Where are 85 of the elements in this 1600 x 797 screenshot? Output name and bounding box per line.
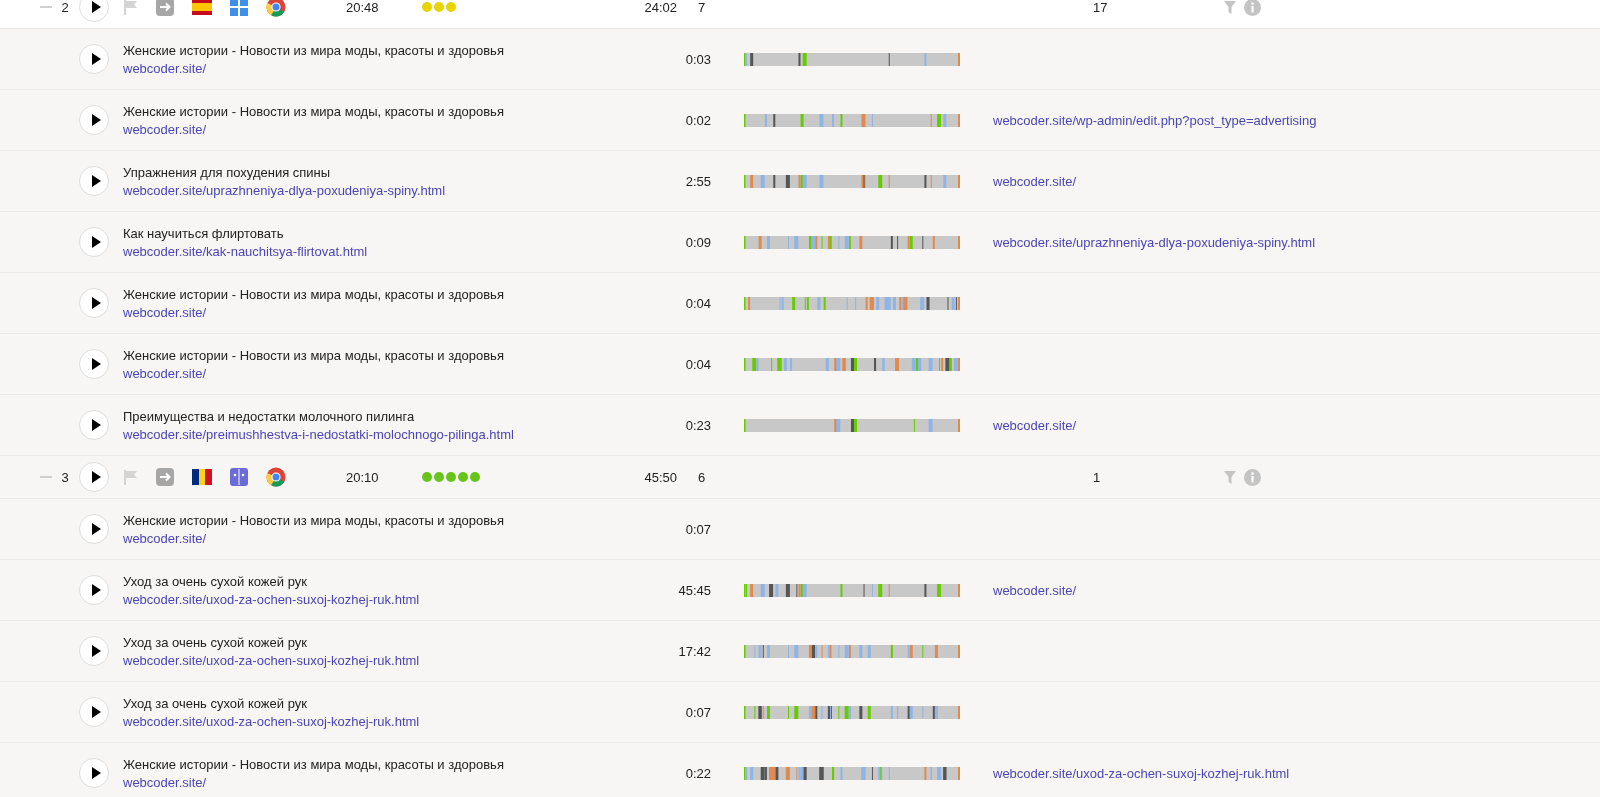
play-button[interactable] xyxy=(79,288,109,318)
page-count: 7 xyxy=(698,0,707,15)
play-button[interactable] xyxy=(79,105,109,135)
page-duration: 0:23 xyxy=(684,417,711,433)
spain-flag-icon xyxy=(192,0,212,15)
windows-icon xyxy=(230,0,248,16)
chrome-icon xyxy=(266,467,286,487)
page-duration: 0:02 xyxy=(684,112,711,128)
play-icon xyxy=(89,705,102,719)
play-button[interactable] xyxy=(79,514,109,544)
visit-time: 20:48 xyxy=(346,0,380,15)
visit-count: 1 xyxy=(1093,469,1102,485)
page-url-link[interactable]: webcoder.site/kak-nauchitsya-flirtovat.html xyxy=(123,243,643,259)
play-icon xyxy=(89,52,102,66)
play-icon xyxy=(89,0,102,14)
play-button[interactable] xyxy=(79,636,109,666)
page-title: Упражнения для похудения спины xyxy=(123,164,332,180)
page-duration: 45:45 xyxy=(677,582,711,598)
page-url-link[interactable]: webcoder.site/uprazhneniya-dlya-poxudeniya-spiny.html xyxy=(123,182,643,198)
page-url-link[interactable]: webcoder.site/ xyxy=(123,60,643,76)
referrer-link[interactable]: webcoder.site/wp-admin/edit.php?post_type=advertising xyxy=(993,112,1317,128)
page-url-link[interactable]: webcoder.site/uxod-za-ochen-suxoj-kozhej-ruk.html xyxy=(123,652,643,668)
play-icon xyxy=(89,357,102,371)
play-icon xyxy=(89,296,102,310)
page-url-link[interactable]: webcoder.site/uxod-za-ochen-suxoj-kozhej-ruk.html xyxy=(123,591,643,607)
page-duration: 0:04 xyxy=(684,356,711,372)
page-url-link[interactable]: webcoder.site/ xyxy=(123,304,643,320)
referrer-link[interactable]: webcoder.site/ xyxy=(993,173,1077,189)
referrer-link[interactable]: webcoder.site/ xyxy=(993,417,1077,433)
page-duration: 0:07 xyxy=(684,521,711,537)
page-count: 6 xyxy=(698,469,707,485)
play-button[interactable] xyxy=(79,0,109,22)
page-duration: 0:04 xyxy=(684,295,711,311)
visit-duration: 24:02 xyxy=(643,0,677,15)
page-url-link[interactable]: webcoder.site/ xyxy=(123,530,643,546)
play-button[interactable] xyxy=(79,575,109,605)
page-duration: 0:07 xyxy=(684,704,711,720)
romania-flag-icon xyxy=(192,469,212,485)
page-url-link[interactable]: webcoder.site/uxod-za-ochen-suxoj-kozhej-ruk.html xyxy=(123,713,643,729)
play-button[interactable] xyxy=(79,462,109,492)
play-icon xyxy=(89,583,102,597)
play-icon xyxy=(89,418,102,432)
play-button[interactable] xyxy=(79,758,109,788)
visit-number: 3 xyxy=(60,469,70,485)
page-title: Уход за очень сухой кожей рук xyxy=(123,573,308,589)
play-button[interactable] xyxy=(79,227,109,257)
page-duration: 17:42 xyxy=(677,643,711,659)
play-icon xyxy=(89,470,102,484)
visit-time: 20:10 xyxy=(346,469,380,485)
referrer-link[interactable]: webcoder.site/uxod-za-ochen-suxoj-kozhej-ruk.html xyxy=(993,765,1290,781)
page-url-link[interactable]: webcoder.site/ xyxy=(123,365,643,381)
play-button[interactable] xyxy=(79,44,109,74)
play-icon xyxy=(89,522,102,536)
referrer-link[interactable]: webcoder.site/ xyxy=(993,582,1077,598)
play-button[interactable] xyxy=(79,166,109,196)
play-icon xyxy=(89,644,102,658)
page-title: Женские истории - Новости из мира моды, красоты и здоровья xyxy=(123,347,505,363)
visit-duration: 45:50 xyxy=(643,469,677,485)
page-title: Женские истории - Новости из мира моды, красоты и здоровья xyxy=(123,103,505,119)
play-icon xyxy=(89,235,102,249)
play-icon xyxy=(89,766,102,780)
page-url-link[interactable]: webcoder.site/preimushhestva-i-nedostatki-molochnogo-pilinga.html xyxy=(123,426,643,442)
play-button[interactable] xyxy=(79,697,109,727)
page-title: Уход за очень сухой кожей рук xyxy=(123,634,308,650)
page-title: Женские истории - Новости из мира моды, красоты и здоровья xyxy=(123,756,505,772)
page-duration: 0:09 xyxy=(684,234,711,250)
visit-number: 2 xyxy=(60,0,70,15)
page-url-link[interactable]: webcoder.site/ xyxy=(123,121,643,137)
play-icon xyxy=(89,113,102,127)
page-duration: 2:55 xyxy=(684,173,711,189)
play-button[interactable] xyxy=(79,410,109,440)
visit-count: 17 xyxy=(1093,0,1109,15)
finder-icon xyxy=(230,468,248,486)
page-title: Преимущества и недостатки молочного пилинга xyxy=(123,408,416,424)
page-title: Женские истории - Новости из мира моды, красоты и здоровья xyxy=(123,42,505,58)
page-title: Уход за очень сухой кожей рук xyxy=(123,695,308,711)
page-title: Женские истории - Новости из мира моды, красоты и здоровья xyxy=(123,286,505,302)
play-button[interactable] xyxy=(79,349,109,379)
page-url-link[interactable]: webcoder.site/ xyxy=(123,774,643,790)
play-icon xyxy=(89,174,102,188)
referrer-link[interactable]: webcoder.site/uprazhneniya-dlya-poxudeniya-spiny.html xyxy=(993,234,1316,250)
page-duration: 0:22 xyxy=(684,765,711,781)
page-title: Как научиться флиртовать xyxy=(123,225,285,241)
page-duration: 0:03 xyxy=(684,51,711,67)
page-title: Женские истории - Новости из мира моды, красоты и здоровья xyxy=(123,512,505,528)
